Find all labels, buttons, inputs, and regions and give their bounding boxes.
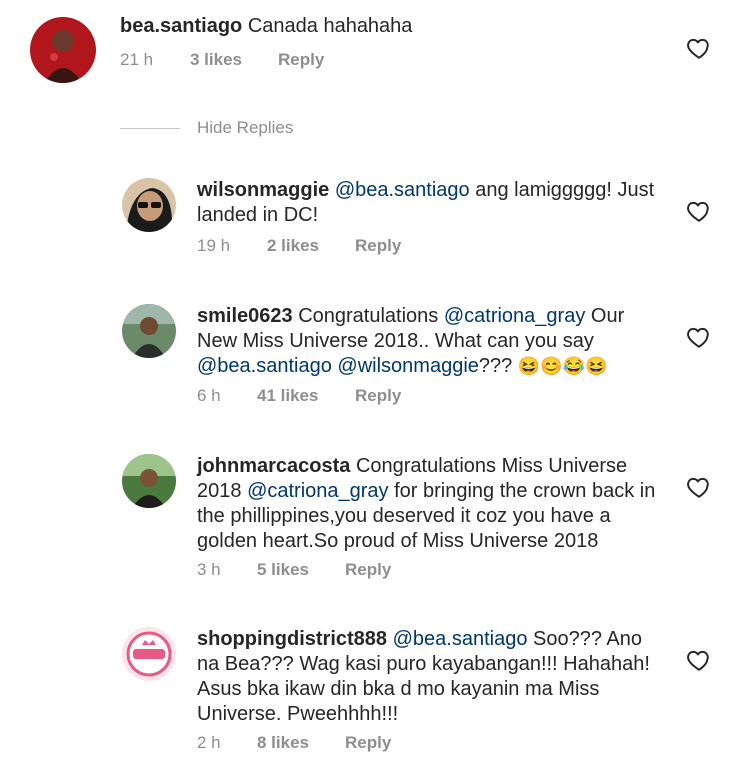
avatar[interactable] (30, 17, 96, 83)
heart-icon[interactable] (686, 474, 712, 500)
comment-body: Congratulations (292, 305, 444, 327)
reply-button[interactable]: Reply (345, 733, 391, 753)
hide-replies-toggle[interactable]: Hide Replies (120, 118, 293, 138)
emoji-group: 😆😊😂😆 (517, 356, 608, 376)
likes-count[interactable]: 3 likes (190, 50, 278, 70)
username[interactable]: wilsonmaggie (197, 179, 329, 201)
username[interactable]: bea.santiago (120, 15, 242, 37)
comment-text: shoppingdistrict888 @bea.santiago Soo???… (197, 627, 667, 727)
comment-body: ??? (478, 355, 518, 377)
likes-count[interactable]: 2 likes (267, 236, 355, 256)
avatar[interactable] (122, 178, 176, 232)
timestamp[interactable]: 21 h (120, 50, 190, 70)
comment-text: smile0623 Congratulations @catriona_gray… (197, 304, 667, 379)
comment-text: bea.santiago Canada hahahaha (120, 14, 660, 39)
timestamp[interactable]: 2 h (197, 733, 257, 753)
reply-button[interactable]: Reply (345, 560, 391, 580)
mention-link[interactable]: @bea.santiago (335, 179, 470, 201)
comment-text: johnmarcacosta Congratulations Miss Univ… (197, 454, 667, 554)
username[interactable]: johnmarcacosta (197, 455, 350, 477)
timestamp[interactable]: 19 h (197, 236, 267, 256)
username[interactable]: smile0623 (197, 305, 293, 327)
mention-link[interactable]: @wilsonmaggie (337, 355, 478, 377)
mention-link[interactable]: @bea.santiago (393, 628, 528, 650)
timestamp[interactable]: 6 h (197, 386, 257, 406)
likes-count[interactable]: 5 likes (257, 560, 345, 580)
reply-button[interactable]: Reply (355, 386, 401, 406)
likes-count[interactable]: 41 likes (257, 386, 355, 406)
heart-icon[interactable] (686, 647, 712, 673)
reply-button[interactable]: Reply (278, 50, 324, 70)
hide-replies-label[interactable]: Hide Replies (197, 118, 293, 138)
mention-link[interactable]: @catriona_gray (247, 480, 388, 502)
heart-icon[interactable] (686, 198, 712, 224)
comment-text: wilsonmaggie @bea.santiago ang lamiggggg… (197, 178, 667, 228)
avatar[interactable] (122, 627, 176, 681)
divider (120, 127, 180, 129)
mention-link[interactable]: @catriona_gray (444, 305, 585, 327)
heart-icon[interactable] (686, 324, 712, 350)
comment-body: Canada hahahaha (247, 15, 413, 37)
heart-icon[interactable] (686, 35, 712, 61)
avatar[interactable] (122, 304, 176, 358)
username[interactable]: shoppingdistrict888 (197, 628, 387, 650)
avatar[interactable] (122, 454, 176, 508)
reply-button[interactable]: Reply (355, 236, 401, 256)
timestamp[interactable]: 3 h (197, 560, 257, 580)
mention-link[interactable]: @bea.santiago (197, 355, 332, 377)
likes-count[interactable]: 8 likes (257, 733, 345, 753)
